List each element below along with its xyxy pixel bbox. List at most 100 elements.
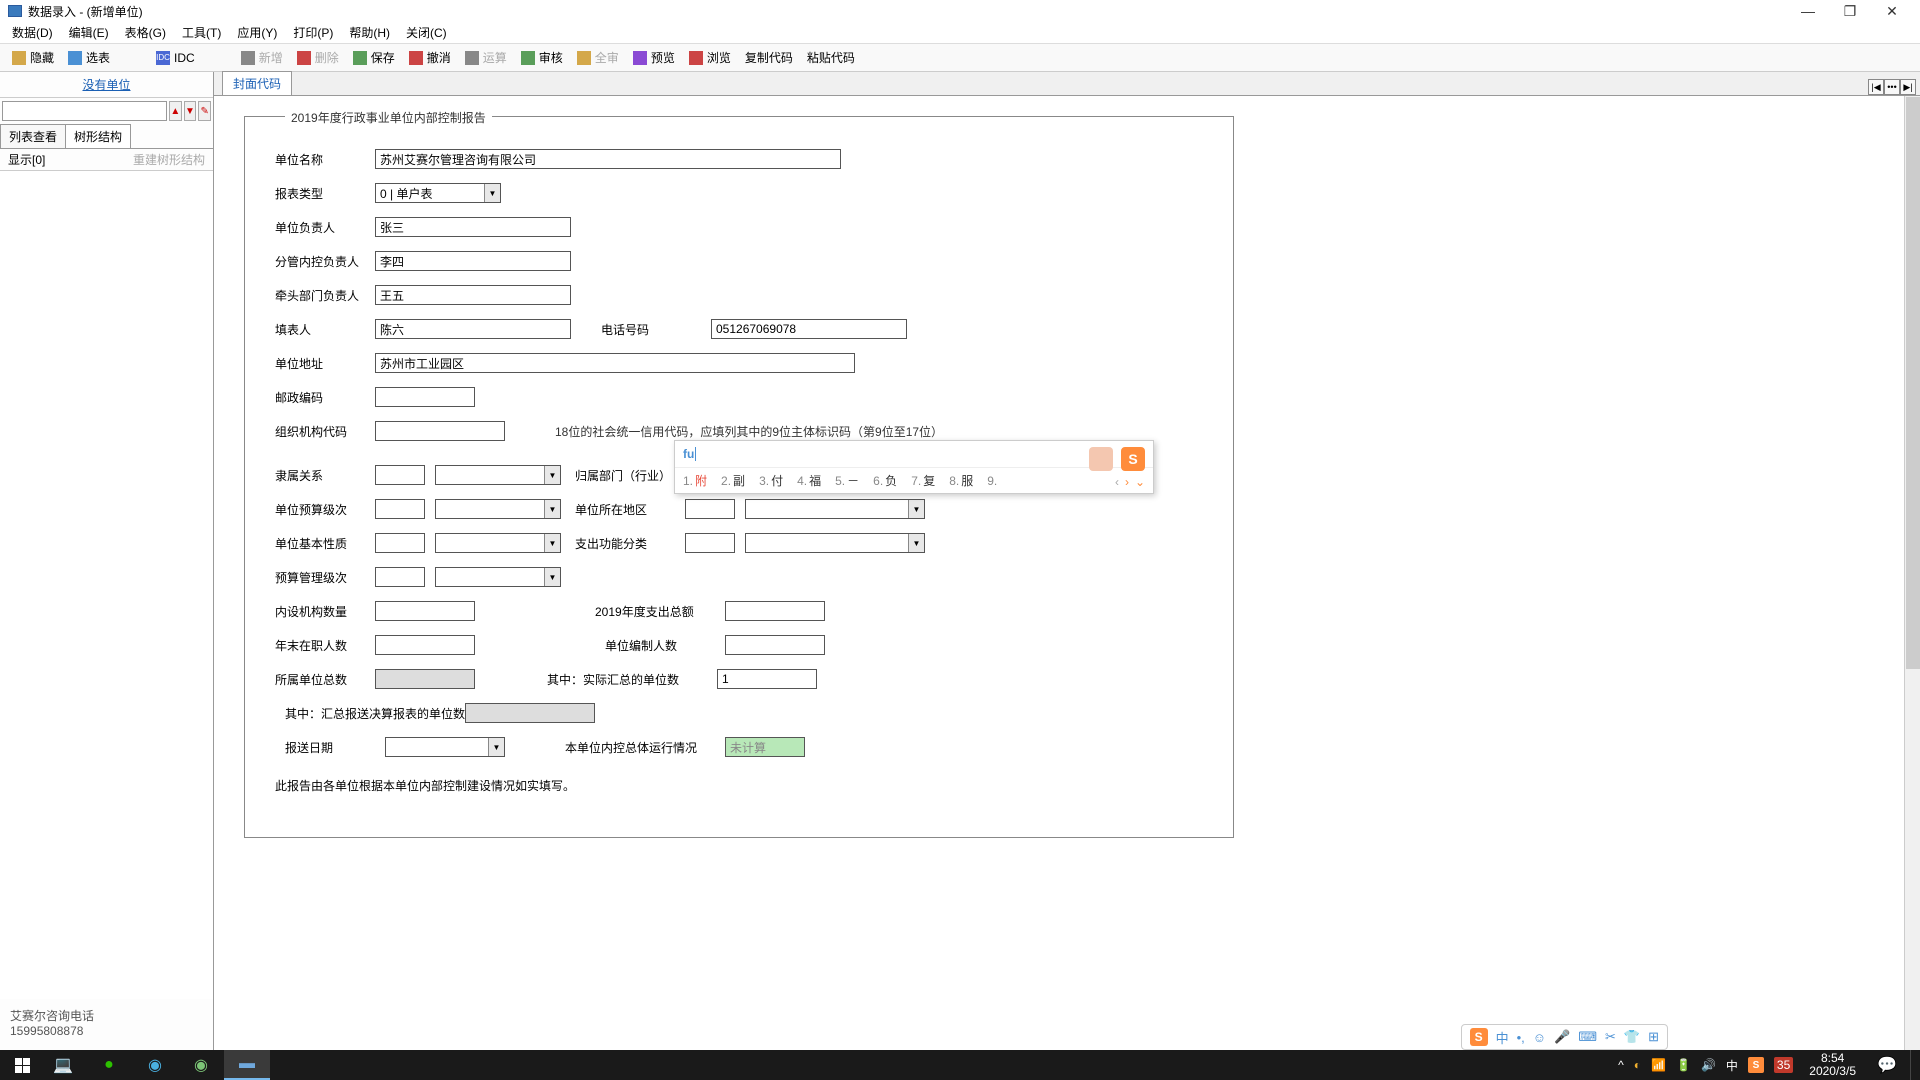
tray-expand-icon[interactable]: ^ bbox=[1618, 1058, 1624, 1072]
menu-close[interactable]: 关闭(C) bbox=[398, 22, 455, 43]
ime-emoji-icon[interactable]: ☺ bbox=[1533, 1030, 1546, 1045]
ime-cand-8[interactable]: 8.服 bbox=[949, 472, 973, 489]
input-addr[interactable] bbox=[375, 353, 855, 373]
sel-nature[interactable]: ▼ bbox=[435, 533, 561, 553]
arrow-up-button[interactable]: ▲ bbox=[169, 101, 182, 121]
tb-select[interactable]: 选表 bbox=[62, 47, 116, 68]
input-rel-code[interactable] bbox=[375, 465, 425, 485]
browser1-button[interactable]: ◉ bbox=[132, 1050, 178, 1080]
browser2-button[interactable]: ◉ bbox=[178, 1050, 224, 1080]
ime-lang[interactable]: 中 bbox=[1496, 1028, 1509, 1047]
tb-idc[interactable]: IDCIDC bbox=[150, 49, 201, 67]
ime-cand-5[interactable]: 5.－ bbox=[835, 472, 859, 489]
menu-table[interactable]: 表格(G) bbox=[117, 22, 174, 43]
tray-sogou-icon[interactable]: S bbox=[1748, 1057, 1764, 1073]
input-func-code[interactable] bbox=[685, 533, 735, 553]
tree-area[interactable] bbox=[0, 170, 213, 999]
input-nk[interactable] bbox=[375, 251, 571, 271]
menu-help[interactable]: 帮助(H) bbox=[341, 22, 398, 43]
input-expend[interactable] bbox=[725, 601, 825, 621]
input-qt[interactable] bbox=[375, 285, 571, 305]
ime-prev-icon[interactable]: ‹ bbox=[1115, 475, 1119, 489]
input-filler[interactable] bbox=[375, 319, 571, 339]
scrollbar-thumb[interactable] bbox=[1906, 97, 1920, 669]
ime-cand-9[interactable]: 9. bbox=[987, 474, 999, 488]
tb-save[interactable]: 保存 bbox=[347, 47, 401, 68]
input-unit-name[interactable] bbox=[375, 149, 841, 169]
rebuild-tree[interactable]: 重建树形结构 bbox=[133, 151, 205, 168]
tray-wifi-icon[interactable]: 📶 bbox=[1651, 1058, 1666, 1072]
ime-cand-2[interactable]: 2.副 bbox=[721, 472, 745, 489]
start-button[interactable] bbox=[4, 1050, 40, 1080]
tb-audit[interactable]: 审核 bbox=[515, 47, 569, 68]
input-budget-code[interactable] bbox=[375, 499, 425, 519]
nav-first-button[interactable]: |◀ bbox=[1868, 79, 1884, 95]
input-head[interactable] bbox=[375, 217, 571, 237]
tb-copycode[interactable]: 复制代码 bbox=[739, 47, 799, 68]
ime-cand-6[interactable]: 6.负 bbox=[873, 472, 897, 489]
ime-punct[interactable]: •, bbox=[1517, 1030, 1525, 1045]
wechat-button[interactable]: ● bbox=[86, 1050, 132, 1080]
ime-cand-1[interactable]: 1.附 bbox=[683, 472, 707, 489]
sel-loc[interactable]: ▼ bbox=[745, 499, 925, 519]
input-loc-code[interactable] bbox=[685, 499, 735, 519]
edit-button[interactable]: ✎ bbox=[198, 101, 211, 121]
input-actual[interactable] bbox=[717, 669, 817, 689]
show-desktop-button[interactable] bbox=[1910, 1050, 1916, 1080]
search-input[interactable] bbox=[2, 101, 167, 121]
menu-app[interactable]: 应用(Y) bbox=[229, 22, 285, 43]
ime-voice-icon[interactable]: 🎤 bbox=[1554, 1029, 1570, 1045]
menu-edit[interactable]: 编辑(E) bbox=[61, 22, 117, 43]
sel-mgmt[interactable]: ▼ bbox=[435, 567, 561, 587]
ime-expand-icon[interactable]: ⌄ bbox=[1135, 475, 1145, 489]
ime-cand-4[interactable]: 4.福 bbox=[797, 472, 821, 489]
combo-report-type[interactable]: 0 | 单户表 ▼ bbox=[375, 183, 501, 203]
menu-print[interactable]: 打印(P) bbox=[285, 22, 341, 43]
combo-date[interactable]: ▼ bbox=[385, 737, 505, 757]
tb-browse[interactable]: 浏览 bbox=[683, 47, 737, 68]
tab-cover-code[interactable]: 封面代码 bbox=[222, 71, 292, 95]
input-org[interactable] bbox=[375, 421, 505, 441]
no-unit-link[interactable]: 没有单位 bbox=[0, 72, 213, 98]
nav-menu-button[interactable]: ••• bbox=[1884, 79, 1900, 95]
ime-keyboard-icon[interactable]: ⌨ bbox=[1578, 1029, 1597, 1045]
ime-menu-icon[interactable]: ⊞ bbox=[1648, 1029, 1659, 1045]
ime-skin-icon[interactable]: 👕 bbox=[1624, 1029, 1640, 1045]
ime-next-icon[interactable]: › bbox=[1125, 475, 1129, 489]
tb-pastecode[interactable]: 粘贴代码 bbox=[801, 47, 861, 68]
ime-cand-3[interactable]: 3.付 bbox=[759, 472, 783, 489]
sel-rel[interactable]: ▼ bbox=[435, 465, 561, 485]
input-zip[interactable] bbox=[375, 387, 475, 407]
vertical-scrollbar[interactable] bbox=[1904, 96, 1920, 1050]
arrow-down-button[interactable]: ▼ bbox=[184, 101, 197, 121]
sel-func[interactable]: ▼ bbox=[745, 533, 925, 553]
input-phone[interactable] bbox=[711, 319, 907, 339]
input-nature-code[interactable] bbox=[375, 533, 425, 553]
input-staff[interactable] bbox=[725, 635, 825, 655]
ime-cand-7[interactable]: 7.复 bbox=[911, 472, 935, 489]
close-button[interactable]: ✕ bbox=[1880, 3, 1904, 20]
tray-battery-icon[interactable]: 🔋 bbox=[1676, 1058, 1691, 1072]
taskbar-clock[interactable]: 8:54 2020/3/5 bbox=[1801, 1052, 1864, 1078]
maximize-button[interactable]: ❐ bbox=[1838, 3, 1862, 20]
ime-status-bar[interactable]: S 中 •, ☺ 🎤 ⌨ ✂ 👕 ⊞ bbox=[1461, 1024, 1668, 1050]
tray-ime-lang[interactable]: 中 bbox=[1726, 1057, 1738, 1074]
tb-preview[interactable]: 预览 bbox=[627, 47, 681, 68]
menu-tool[interactable]: 工具(T) bbox=[174, 22, 229, 43]
tray-volume-icon[interactable]: 🔊 bbox=[1701, 1058, 1716, 1072]
tray-temp-badge[interactable]: 35 bbox=[1774, 1057, 1793, 1073]
tray-sync-icon[interactable]: ◐ bbox=[1634, 1058, 1641, 1072]
minimize-button[interactable]: — bbox=[1796, 3, 1820, 20]
tb-cancel[interactable]: 撤消 bbox=[403, 47, 457, 68]
sel-budget[interactable]: ▼ bbox=[435, 499, 561, 519]
tb-hide[interactable]: 隐藏 bbox=[6, 47, 60, 68]
ime-tool-icon[interactable]: ✂ bbox=[1605, 1029, 1616, 1045]
input-inst[interactable] bbox=[375, 601, 475, 621]
taskview-button[interactable]: 💻 bbox=[40, 1050, 86, 1080]
tab-list-view[interactable]: 列表查看 bbox=[0, 124, 66, 148]
input-mgmt-code[interactable] bbox=[375, 567, 425, 587]
app-button[interactable]: ▬ bbox=[224, 1050, 270, 1080]
menu-data[interactable]: 数据(D) bbox=[4, 22, 61, 43]
notification-button[interactable]: 💬 bbox=[1864, 1050, 1910, 1080]
input-emp[interactable] bbox=[375, 635, 475, 655]
